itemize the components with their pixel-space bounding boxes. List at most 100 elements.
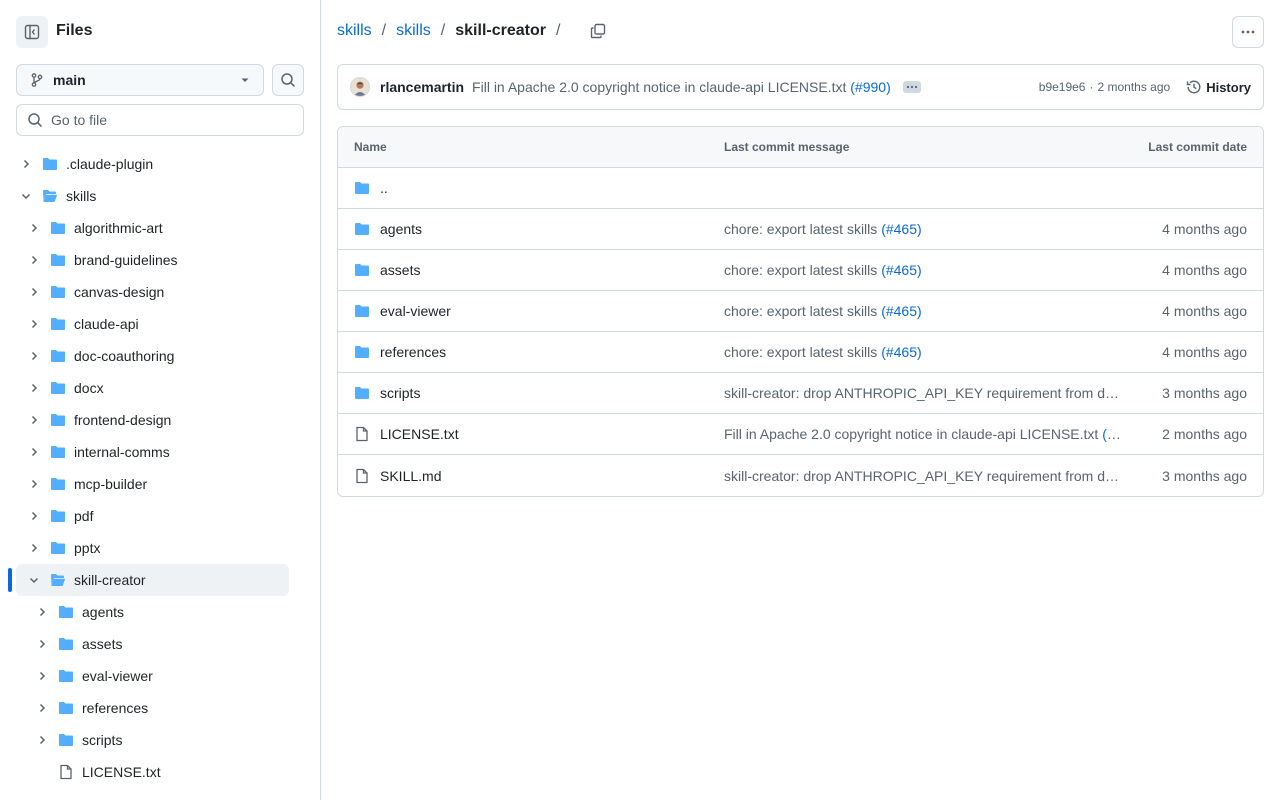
commit-date: 4 months ago (1162, 303, 1247, 319)
tree-item-frontend-design[interactable]: frontend-design (0, 404, 289, 436)
file-name-link[interactable]: SKILL.md (380, 468, 441, 484)
chevron-right-icon (31, 223, 38, 233)
copy-path-button[interactable] (590, 23, 606, 39)
tree-item-mcp-builder[interactable]: mcp-builder (0, 468, 289, 500)
commit-message-link[interactable]: chore: export latest skills (#465) (724, 303, 1126, 319)
commit-sha-link[interactable]: b9e19e6 (1039, 80, 1086, 94)
tree-item-license-txt[interactable]: LICENSE.txt (0, 756, 289, 788)
file-icon (356, 468, 368, 483)
expand-toggle[interactable] (26, 284, 42, 300)
table-row[interactable]: scripts skill-creator: drop ANTHROPIC_API… (338, 373, 1263, 414)
commit-message-text[interactable]: chore: export latest skills (724, 221, 877, 237)
parent-directory-link[interactable]: .. (380, 180, 388, 196)
expand-toggle[interactable] (26, 252, 42, 268)
commit-pr-link[interactable]: #465 (886, 344, 917, 360)
commit-pr-link[interactable]: #9... (1107, 426, 1126, 442)
tree-item-claude-api[interactable]: claude-api (0, 308, 289, 340)
commit-message-link[interactable]: chore: export latest skills (#465) (724, 344, 1126, 360)
tree-item-skills[interactable]: skills (0, 180, 289, 212)
chevron-down-icon (21, 193, 31, 200)
expand-toggle[interactable] (26, 540, 42, 556)
table-row[interactable]: assets chore: export latest skills (#465)… (338, 250, 1263, 291)
commit-author-link[interactable]: rlancemartin (380, 79, 464, 95)
tree-item-scripts[interactable]: scripts (0, 724, 289, 756)
expand-toggle[interactable] (18, 188, 34, 204)
search-files-button[interactable] (272, 64, 304, 96)
tree-item-claude-plugin[interactable]: .claude-plugin (0, 148, 289, 180)
commit-message-text[interactable]: skill-creator: drop ANTHROPIC_API_KEY re… (724, 385, 1126, 401)
tree-item-assets[interactable]: assets (0, 628, 289, 660)
expand-toggle[interactable] (26, 476, 42, 492)
folder-icon (43, 158, 57, 170)
expand-toggle[interactable] (34, 668, 50, 684)
tree-item-brand-guidelines[interactable]: brand-guidelines (0, 244, 289, 276)
expand-toggle[interactable] (26, 508, 42, 524)
commit-pr-link[interactable]: #465 (886, 303, 917, 319)
expand-toggle[interactable] (34, 732, 50, 748)
commit-message-text[interactable]: skill-creator: drop ANTHROPIC_API_KEY re… (724, 468, 1126, 484)
parent-directory-row[interactable]: .. (338, 168, 1263, 209)
commit-message-link[interactable]: skill-creator: drop ANTHROPIC_API_KEY re… (724, 385, 1126, 401)
table-row[interactable]: LICENSE.txt Fill in Apache 2.0 copyright … (338, 414, 1263, 455)
breadcrumb-link-repo[interactable]: skills (337, 22, 372, 40)
commit-pr-link[interactable]: #465 (886, 221, 917, 237)
file-table-header: Name Last commit message Last commit dat… (338, 127, 1263, 168)
tree-item-label: internal-comms (74, 444, 170, 460)
expand-toggle[interactable] (18, 156, 34, 172)
tree-item-label: doc-coauthoring (74, 348, 175, 364)
more-options-button[interactable] (1232, 16, 1264, 48)
file-name-link[interactable]: scripts (380, 385, 420, 401)
commit-message-link[interactable]: skill-creator: drop ANTHROPIC_API_KEY re… (724, 468, 1126, 484)
expand-toggle[interactable] (26, 220, 42, 236)
file-name-link[interactable]: eval-viewer (380, 303, 451, 319)
file-name-link[interactable]: references (380, 344, 446, 360)
commit-message-link[interactable]: chore: export latest skills (#465) (724, 221, 1126, 237)
history-button[interactable]: History (1186, 79, 1251, 95)
tree-item-docx[interactable]: docx (0, 372, 289, 404)
commit-message-link[interactable]: chore: export latest skills (#465) (724, 262, 1126, 278)
expand-toggle[interactable] (34, 636, 50, 652)
tree-item-pdf[interactable]: pdf (0, 500, 289, 532)
commit-message-text[interactable]: chore: export latest skills (724, 262, 877, 278)
go-to-file-input[interactable] (51, 112, 291, 128)
tree-item-doc-coauthoring[interactable]: doc-coauthoring (0, 340, 289, 372)
expand-toggle[interactable] (26, 316, 42, 332)
expand-toggle[interactable] (26, 444, 42, 460)
table-row[interactable]: references chore: export latest skills (#… (338, 332, 1263, 373)
expand-toggle[interactable] (26, 380, 42, 396)
go-to-file-field[interactable] (16, 104, 304, 136)
commit-message-text[interactable]: Fill in Apache 2.0 copyright notice in c… (472, 79, 846, 95)
table-row[interactable]: agents chore: export latest skills (#465)… (338, 209, 1263, 250)
tree-item-pptx[interactable]: pptx (0, 532, 289, 564)
tree-item-references[interactable]: references (0, 692, 289, 724)
sidebar-toggle-button[interactable] (16, 16, 48, 48)
file-name-link[interactable]: agents (380, 221, 422, 237)
expand-toggle[interactable] (26, 348, 42, 364)
breadcrumb-link-skills[interactable]: skills (396, 22, 431, 40)
table-row[interactable]: eval-viewer chore: export latest skills (… (338, 291, 1263, 332)
expand-toggle[interactable] (26, 572, 42, 588)
file-name-link[interactable]: LICENSE.txt (380, 426, 459, 442)
commit-message-link[interactable]: Fill in Apache 2.0 copyright notice in c… (724, 426, 1126, 442)
expand-commit-button[interactable] (902, 81, 921, 93)
expand-toggle[interactable] (34, 604, 50, 620)
tree-item-eval-viewer[interactable]: eval-viewer (0, 660, 289, 692)
commit-message-text[interactable]: Fill in Apache 2.0 copyright notice in c… (724, 426, 1098, 442)
commit-pr-link[interactable]: #990 (855, 79, 886, 95)
tree-item-internal-comms[interactable]: internal-comms (0, 436, 289, 468)
tree-item-canvas-design[interactable]: canvas-design (0, 276, 289, 308)
commit-pr-link[interactable]: #465 (886, 262, 917, 278)
commit-message-text[interactable]: chore: export latest skills (724, 344, 877, 360)
history-label: History (1206, 79, 1251, 95)
avatar[interactable] (350, 77, 370, 97)
table-row[interactable]: SKILL.md skill-creator: drop ANTHROPIC_AP… (338, 455, 1263, 496)
commit-message-text[interactable]: chore: export latest skills (724, 303, 877, 319)
tree-item-skill-creator[interactable]: skill-creator (16, 564, 289, 596)
expand-toggle[interactable] (26, 412, 42, 428)
expand-toggle[interactable] (34, 700, 50, 716)
branch-selector-button[interactable]: main (16, 64, 264, 96)
commit-message[interactable]: Fill in Apache 2.0 copyright notice in c… (472, 79, 891, 95)
tree-item-algorithmic-art[interactable]: algorithmic-art (0, 212, 289, 244)
file-name-link[interactable]: assets (380, 262, 420, 278)
tree-item-agents[interactable]: agents (0, 596, 289, 628)
